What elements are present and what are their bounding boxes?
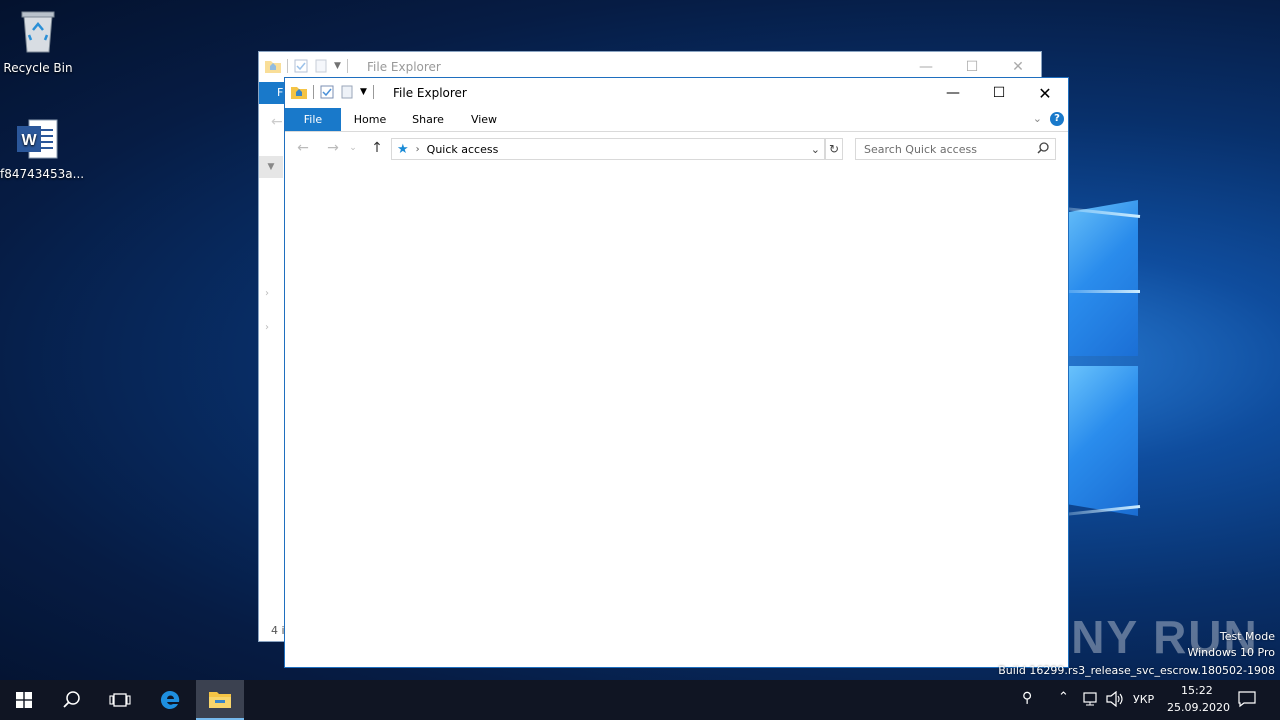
maximize-button[interactable]: ☐ [976,78,1022,108]
desktop-icon-label: f84743453a... [0,167,85,181]
action-center-icon[interactable] [1238,690,1256,711]
chevron-right-icon: › [265,322,269,333]
quick-access-star-icon: ★ [397,141,409,157]
new-folder-icon [315,59,327,73]
ribbon-tabs: File Home Share View ⌄ ? [285,108,1068,132]
os-edition-text: Windows 10 Pro [1187,646,1275,659]
title-bar[interactable]: ▼ File Explorer — ☐ ✕ [285,78,1068,108]
show-hidden-icons-chevron-icon[interactable]: ⌃ [1058,690,1069,705]
search-icon [63,691,80,708]
tab-file[interactable]: File [285,108,341,131]
desktop-icon-label: Recycle Bin [3,61,73,75]
chevron-right-icon: › [265,288,269,299]
taskbar-file-explorer[interactable] [196,680,244,720]
minimize-button[interactable]: — [930,78,976,108]
clock-date[interactable]: 25.09.2020 [1167,701,1230,714]
address-dropdown-chevron-icon[interactable]: ⌄ [811,143,820,156]
folder-home-icon[interactable] [291,85,307,99]
input-language-indicator[interactable]: УКР [1133,693,1154,706]
window-title: File Explorer [393,86,467,100]
folder-home-icon [265,61,281,73]
search-icon [1037,141,1049,157]
taskbar-edge[interactable] [146,680,194,720]
address-text[interactable]: Quick access [427,143,499,156]
clock-time[interactable]: 15:22 [1181,684,1213,697]
word-document-icon: W [17,119,58,159]
task-view-button[interactable] [96,680,144,720]
expand-ribbon-chevron-icon[interactable]: ⌄ [1033,112,1042,125]
tab-view[interactable]: View [459,108,509,131]
file-explorer-icon [209,692,231,708]
properties-icon[interactable] [320,85,334,99]
recycle-bin-icon [21,11,55,53]
task-view-icon [109,693,131,707]
desktop-icon-word-document[interactable]: W f84743453a... [0,118,85,181]
back-arrow-icon: ← [271,114,283,130]
tab-share[interactable]: Share [403,108,453,131]
chevron-down-icon: ▼ [334,61,341,71]
network-icon[interactable] [1082,691,1100,710]
window-title: File Explorer [367,60,441,74]
start-button[interactable] [0,680,48,720]
status-bar-text: 4 i [271,624,285,637]
back-button[interactable]: ← [293,138,313,158]
build-text: Build 16299.rs3_release_svc_escrow.18050… [998,664,1275,677]
taskbar: ⚲ ⌃ УКР 15:22 25.09.2020 [0,680,1280,720]
forward-button[interactable]: → [323,138,343,158]
windows-logo-icon [16,692,32,708]
recent-locations-chevron-icon[interactable]: ⌄ [347,138,359,158]
search-input[interactable]: Search Quick access [855,138,1056,160]
svg-text:W: W [21,132,37,149]
desktop-icon-recycle-bin[interactable]: Recycle Bin [0,8,76,75]
test-mode-text: Test Mode [1219,630,1275,643]
search-placeholder: Search Quick access [864,142,977,156]
navigation-bar: ← → ⌄ ↑ ★ › Quick access ⌄ ↻ Search Quic… [285,132,1068,164]
search-button[interactable] [48,680,96,720]
content-area[interactable] [285,164,1068,667]
close-button[interactable]: ✕ [1022,78,1068,108]
address-bar[interactable]: ★ › Quick access ⌄ [391,138,825,160]
edge-icon [160,690,180,709]
customize-quick-access-chevron-icon[interactable]: ▼ [360,87,367,97]
refresh-button[interactable]: ↻ [825,138,843,160]
nav-pane-collapse[interactable]: ▼ [259,156,283,178]
new-folder-icon[interactable] [340,85,354,99]
properties-icon [294,59,308,73]
help-icon[interactable]: ? [1050,112,1064,126]
volume-icon[interactable] [1106,690,1124,710]
up-button[interactable]: ↑ [367,138,387,158]
tab-home[interactable]: Home [345,108,395,131]
tab-file[interactable]: F [259,82,285,104]
people-icon[interactable]: ⚲ [1022,690,1032,706]
breadcrumb-separator-icon[interactable]: › [416,144,420,155]
explorer-window[interactable]: ▼ File Explorer — ☐ ✕ File Home Share Vi… [284,77,1069,668]
